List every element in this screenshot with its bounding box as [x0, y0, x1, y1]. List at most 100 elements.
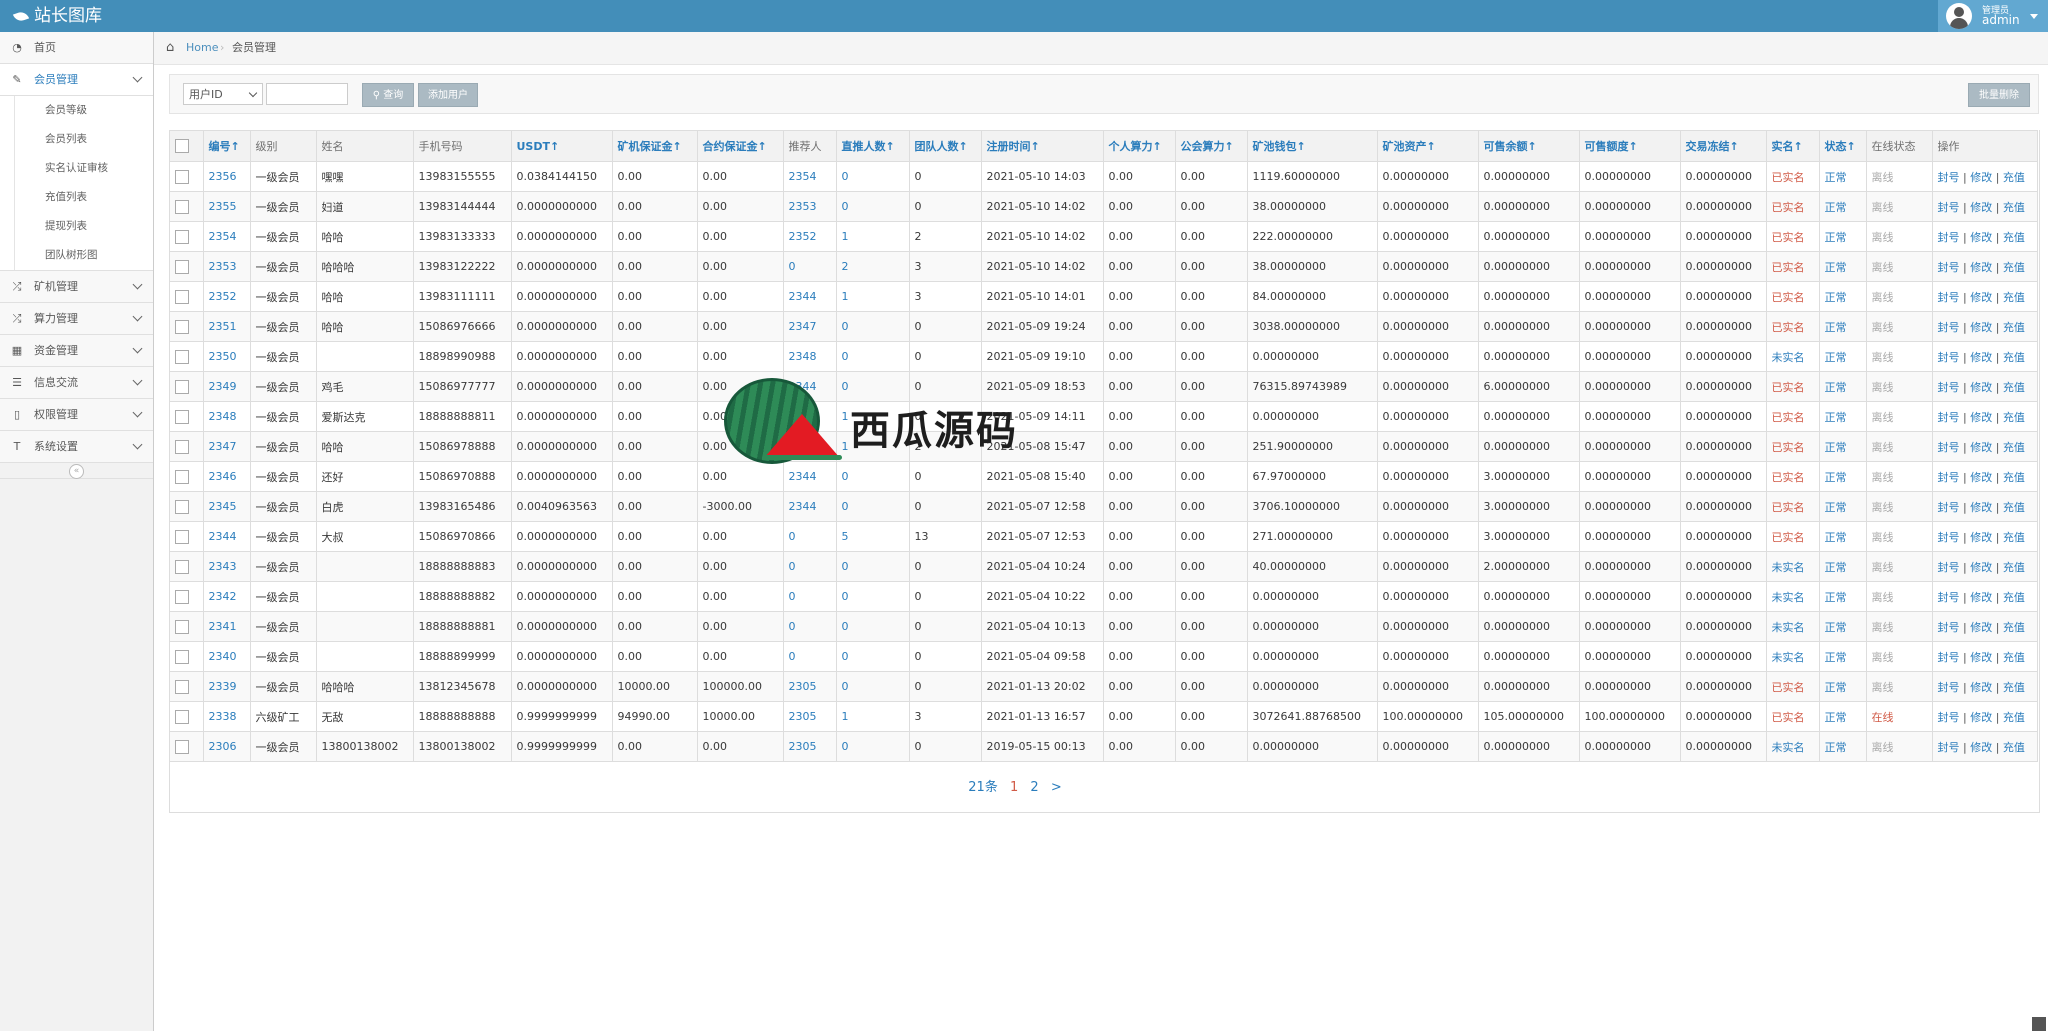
- ban-link[interactable]: 封号: [1938, 261, 1960, 274]
- ban-link[interactable]: 封号: [1938, 741, 1960, 754]
- edit-link[interactable]: 修改: [1970, 231, 1992, 244]
- table-cell[interactable]: 0: [836, 731, 910, 762]
- table-cell[interactable]: 0: [783, 251, 837, 282]
- table-cell[interactable]: 2348: [783, 341, 837, 372]
- edit-link[interactable]: 修改: [1970, 651, 1992, 664]
- edit-link[interactable]: 修改: [1970, 411, 1992, 424]
- row-checkbox[interactable]: [175, 679, 189, 694]
- search-field-select[interactable]: 用户ID: [183, 83, 263, 105]
- recharge-link[interactable]: 充值: [2003, 321, 2025, 334]
- row-checkbox[interactable]: [175, 319, 189, 334]
- table-cell[interactable]: 0: [836, 371, 910, 402]
- column-header[interactable]: 个人算力↑: [1103, 130, 1176, 162]
- edit-link[interactable]: 修改: [1970, 711, 1992, 724]
- edit-link[interactable]: 修改: [1970, 291, 1992, 304]
- recharge-link[interactable]: 充值: [2003, 201, 2025, 214]
- row-checkbox[interactable]: [175, 439, 189, 454]
- column-header[interactable]: 可售额度↑: [1579, 130, 1681, 162]
- table-cell[interactable]: 1: [836, 431, 910, 462]
- recharge-link[interactable]: 充值: [2003, 531, 2025, 544]
- row-checkbox[interactable]: [175, 229, 189, 244]
- recharge-link[interactable]: 充值: [2003, 741, 2025, 754]
- edit-link[interactable]: 修改: [1970, 321, 1992, 334]
- row-checkbox[interactable]: [175, 499, 189, 514]
- edit-link[interactable]: 修改: [1970, 681, 1992, 694]
- table-cell[interactable]: 2344: [783, 491, 837, 522]
- ban-link[interactable]: 封号: [1938, 681, 1960, 694]
- table-cell[interactable]: 2349: [203, 371, 251, 402]
- table-cell[interactable]: 2354: [203, 221, 251, 252]
- row-checkbox[interactable]: [175, 259, 189, 274]
- column-header[interactable]: 状态↑: [1819, 130, 1867, 162]
- sidebar-item-2[interactable]: ⤮ 矿机管理: [0, 271, 153, 303]
- table-cell[interactable]: 0: [836, 491, 910, 522]
- sidebar-item-3[interactable]: ⤮ 算力管理: [0, 303, 153, 335]
- table-cell[interactable]: 0: [783, 581, 837, 612]
- recharge-link[interactable]: 充值: [2003, 261, 2025, 274]
- ban-link[interactable]: 封号: [1938, 561, 1960, 574]
- table-cell[interactable]: 2305: [783, 671, 837, 702]
- column-header[interactable]: 矿池钱包↑: [1247, 130, 1378, 162]
- table-cell[interactable]: 2352: [203, 281, 251, 312]
- ban-link[interactable]: 封号: [1938, 321, 1960, 334]
- edit-link[interactable]: 修改: [1970, 201, 1992, 214]
- table-cell[interactable]: 2355: [203, 191, 251, 222]
- search-button[interactable]: ⚲ 查询: [362, 83, 414, 107]
- table-cell[interactable]: 2344: [783, 461, 837, 492]
- edit-link[interactable]: 修改: [1970, 591, 1992, 604]
- table-cell[interactable]: 0: [836, 191, 910, 222]
- recharge-link[interactable]: 充值: [2003, 591, 2025, 604]
- ban-link[interactable]: 封号: [1938, 381, 1960, 394]
- table-cell[interactable]: 0: [836, 461, 910, 492]
- table-cell[interactable]: 1: [836, 221, 910, 252]
- table-cell[interactable]: 2344: [783, 431, 837, 462]
- row-checkbox[interactable]: [175, 739, 189, 754]
- row-checkbox[interactable]: [175, 709, 189, 724]
- ban-link[interactable]: 封号: [1938, 591, 1960, 604]
- edit-link[interactable]: 修改: [1970, 621, 1992, 634]
- table-cell[interactable]: 2343: [203, 551, 251, 582]
- ban-link[interactable]: 封号: [1938, 621, 1960, 634]
- table-cell[interactable]: 0: [783, 641, 837, 672]
- ban-link[interactable]: 封号: [1938, 501, 1960, 514]
- search-input[interactable]: [266, 83, 348, 105]
- column-header[interactable]: 可售余额↑: [1478, 130, 1580, 162]
- recharge-link[interactable]: 充值: [2003, 441, 2025, 454]
- ban-link[interactable]: 封号: [1938, 711, 1960, 724]
- row-checkbox[interactable]: [175, 199, 189, 214]
- sidebar-item-0[interactable]: ◔ 首页: [0, 32, 153, 64]
- recharge-link[interactable]: 充值: [2003, 651, 2025, 664]
- table-cell[interactable]: 2344: [783, 281, 837, 312]
- sidebar-item-1[interactable]: ✎ 会员管理: [0, 64, 153, 96]
- row-checkbox[interactable]: [175, 469, 189, 484]
- ban-link[interactable]: 封号: [1938, 351, 1960, 364]
- home-icon[interactable]: ⌂: [166, 41, 180, 54]
- sidebar-item-6[interactable]: ▯ 权限管理: [0, 399, 153, 431]
- submenu-item[interactable]: 实名认证审核: [14, 154, 153, 183]
- table-cell[interactable]: 0: [783, 611, 837, 642]
- column-header[interactable]: 编号↑: [203, 130, 251, 162]
- row-checkbox[interactable]: [175, 619, 189, 634]
- edit-link[interactable]: 修改: [1970, 531, 1992, 544]
- table-cell[interactable]: 2338: [203, 701, 251, 732]
- table-cell[interactable]: 2347: [783, 401, 837, 432]
- table-cell[interactable]: 0: [836, 671, 910, 702]
- row-checkbox[interactable]: [175, 409, 189, 424]
- table-cell[interactable]: 0: [836, 161, 910, 192]
- table-cell[interactable]: 2348: [203, 401, 251, 432]
- column-header[interactable]: 实名↑: [1766, 130, 1820, 162]
- ban-link[interactable]: 封号: [1938, 291, 1960, 304]
- table-cell[interactable]: 0: [783, 521, 837, 552]
- recharge-link[interactable]: 充值: [2003, 291, 2025, 304]
- table-cell[interactable]: 1: [836, 701, 910, 732]
- table-cell[interactable]: 2350: [203, 341, 251, 372]
- edit-link[interactable]: 修改: [1970, 741, 1992, 754]
- table-cell[interactable]: 0: [836, 341, 910, 372]
- table-cell[interactable]: 0: [836, 611, 910, 642]
- edit-link[interactable]: 修改: [1970, 261, 1992, 274]
- recharge-link[interactable]: 充值: [2003, 681, 2025, 694]
- submenu-item[interactable]: 团队树形图: [14, 241, 153, 270]
- table-cell[interactable]: 2352: [783, 221, 837, 252]
- ban-link[interactable]: 封号: [1938, 441, 1960, 454]
- table-cell[interactable]: 2: [836, 251, 910, 282]
